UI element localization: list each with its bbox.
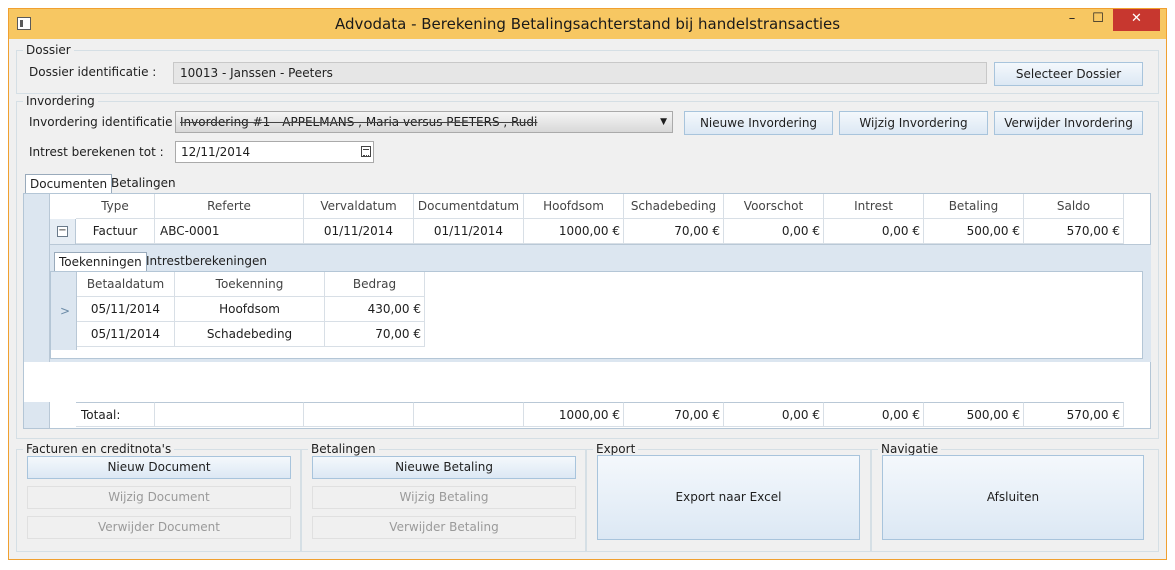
chevron-down-icon: ▼ xyxy=(660,117,667,127)
tab-intrestberekeningen[interactable]: Intrestberekeningen xyxy=(142,252,271,272)
table-cell[interactable]: 70,00 € xyxy=(624,219,724,244)
interest-date-picker[interactable]: 12/11/2014 xyxy=(175,141,374,163)
betalingen-legend: Betalingen xyxy=(311,442,376,456)
sub-table-cell[interactable]: 05/11/2014 xyxy=(77,297,175,322)
interest-date-label: Intrest berekenen tot : xyxy=(29,145,164,159)
minimize-icon[interactable]: – xyxy=(1059,9,1085,31)
totals-row-header xyxy=(24,402,50,428)
edit-invordering-button[interactable]: Wijzig Invordering xyxy=(839,111,988,135)
delete-document-button[interactable]: Verwijder Document xyxy=(27,516,291,539)
invordering-label: Invordering identificatie : xyxy=(29,115,181,129)
column-header[interactable]: Documentdatum xyxy=(414,194,524,219)
table-cell[interactable]: 500,00 € xyxy=(924,219,1024,244)
sub-table-cell[interactable]: Hoofdsom xyxy=(175,297,325,322)
table-cell[interactable]: 570,00 € xyxy=(1024,219,1124,244)
sub-table-cell[interactable]: 05/11/2014 xyxy=(77,322,175,347)
table-cell[interactable]: 0,00 € xyxy=(724,219,824,244)
documents-grid[interactable]: Type Referte Vervaldatum Documentdatum Hoofd… xyxy=(23,193,1151,429)
window-title: Advodata - Berekening Betalingsachtersta… xyxy=(334,15,841,33)
totals-empty-cell xyxy=(304,402,414,427)
column-header[interactable]: Type xyxy=(76,194,155,219)
sub-column-header[interactable]: Betaaldatum xyxy=(77,272,175,297)
grid-row-header-column xyxy=(24,194,50,362)
new-document-button[interactable]: Nieuw Document xyxy=(27,456,291,479)
edit-payment-button[interactable]: Wijzig Betaling xyxy=(312,486,576,509)
app-window: Advodata - Berekening Betalingsachtersta… xyxy=(8,8,1167,560)
invordering-select[interactable]: Invordering #1 - APPELMANS , Maria versu… xyxy=(175,111,673,133)
totals-cell: 0,00 € xyxy=(724,402,824,427)
invordering-legend: Invordering xyxy=(26,94,95,108)
dossier-label: Dossier identificatie : xyxy=(29,65,157,79)
column-header[interactable]: Voorschot xyxy=(724,194,824,219)
sub-table-cell[interactable]: 70,00 € xyxy=(325,322,425,347)
close-icon[interactable]: ✕ xyxy=(1113,9,1160,31)
totals-label: Totaal: xyxy=(76,402,155,427)
column-header[interactable]: Intrest xyxy=(824,194,924,219)
totals-empty-cell xyxy=(414,402,524,427)
column-header[interactable]: Saldo xyxy=(1024,194,1124,219)
sub-column-header[interactable]: Bedrag xyxy=(325,272,425,297)
table-cell[interactable]: 1000,00 € xyxy=(524,219,624,244)
tab-toekenningen[interactable]: Toekenningen xyxy=(54,252,147,272)
dossier-field[interactable]: 10013 - Janssen - Peeters xyxy=(173,62,987,84)
collapse-icon[interactable]: − xyxy=(57,226,68,237)
new-payment-button[interactable]: Nieuwe Betaling xyxy=(312,456,576,479)
column-header[interactable]: Schadebeding xyxy=(624,194,724,219)
select-dossier-button[interactable]: Selecteer Dossier xyxy=(994,62,1143,86)
column-header[interactable]: Hoofdsom xyxy=(524,194,624,219)
tab-betalingen[interactable]: Betalingen xyxy=(107,174,180,194)
table-cell[interactable]: 0,00 € xyxy=(824,219,924,244)
totals-cell: 570,00 € xyxy=(1024,402,1124,427)
close-app-button[interactable]: Afsluiten xyxy=(882,455,1144,540)
column-header[interactable]: Betaling xyxy=(924,194,1024,219)
invordering-selected: Invordering #1 - APPELMANS , Maria versu… xyxy=(180,115,538,129)
table-cell[interactable]: 01/11/2014 xyxy=(304,219,414,244)
sub-table-cell[interactable]: Schadebeding xyxy=(175,322,325,347)
export-legend: Export xyxy=(596,442,636,456)
sub-column-header[interactable]: Toekenning xyxy=(175,272,325,297)
totals-empty-cell xyxy=(155,402,304,427)
table-cell[interactable]: ABC-0001 xyxy=(155,219,304,244)
table-cell[interactable]: Factuur xyxy=(76,219,155,244)
facturen-legend: Facturen en creditnota's xyxy=(26,442,172,456)
current-row-icon: > xyxy=(60,304,71,318)
totals-cell: 70,00 € xyxy=(624,402,724,427)
navigatie-legend: Navigatie xyxy=(881,442,939,456)
export-excel-button[interactable]: Export naar Excel xyxy=(597,455,860,540)
column-header[interactable]: Vervaldatum xyxy=(304,194,414,219)
dossier-legend: Dossier xyxy=(26,43,71,57)
maximize-icon[interactable]: ☐ xyxy=(1085,9,1111,31)
calendar-icon[interactable] xyxy=(361,146,371,157)
toekenningen-grid[interactable]: Betaaldatum Toekenning Bedrag 05/11/2014 Ho… xyxy=(50,271,1143,359)
totals-cell: 500,00 € xyxy=(924,402,1024,427)
title-bar[interactable]: Advodata - Berekening Betalingsachtersta… xyxy=(9,9,1166,39)
delete-invordering-button[interactable]: Verwijder Invordering xyxy=(994,111,1143,135)
sub-table-cell[interactable]: 430,00 € xyxy=(325,297,425,322)
new-invordering-button[interactable]: Nieuwe Invordering xyxy=(684,111,833,135)
table-cell[interactable]: 01/11/2014 xyxy=(414,219,524,244)
delete-payment-button[interactable]: Verwijder Betaling xyxy=(312,516,576,539)
interest-date-value: 12/11/2014 xyxy=(181,145,251,159)
column-header[interactable]: Referte xyxy=(155,194,304,219)
tab-documenten[interactable]: Documenten xyxy=(25,174,113,194)
edit-document-button[interactable]: Wijzig Document xyxy=(27,486,291,509)
totals-cell: 1000,00 € xyxy=(524,402,624,427)
totals-cell: 0,00 € xyxy=(824,402,924,427)
